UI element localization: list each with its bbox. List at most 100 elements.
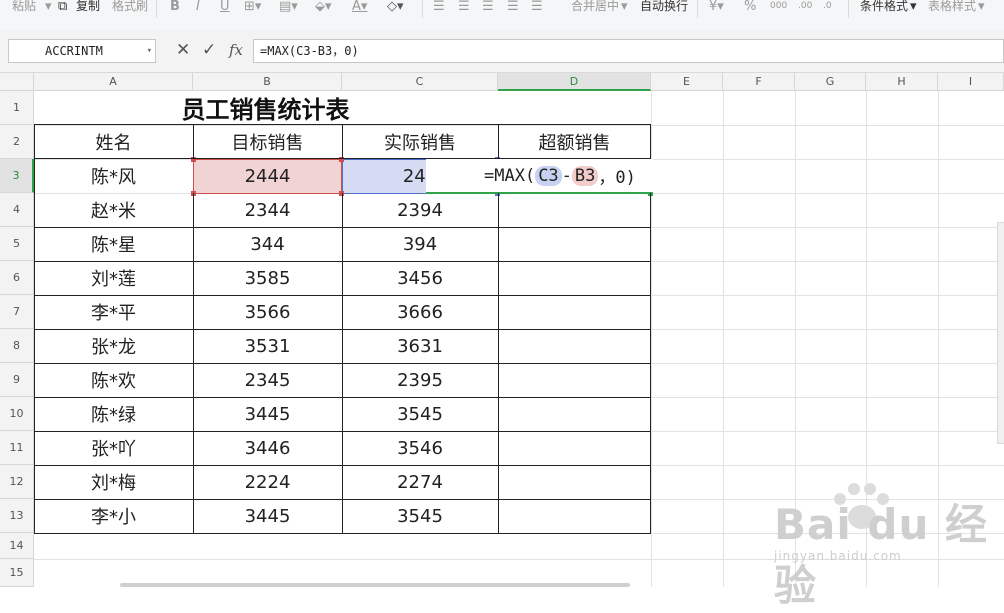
column-header-d[interactable]: D xyxy=(498,73,651,91)
header-cell-target[interactable]: 目标销售 xyxy=(193,125,342,159)
cell-actual[interactable]: 394 xyxy=(342,227,498,261)
cell-target[interactable]: 3566 xyxy=(193,295,342,329)
cell-name[interactable]: 刘*莲 xyxy=(34,261,193,295)
merge-center-button[interactable]: 合并居中 xyxy=(571,0,619,14)
header-cell-actual[interactable]: 实际销售 xyxy=(342,125,498,159)
decrease-decimal-icon[interactable]: .0 xyxy=(823,0,832,13)
dropdown-icon[interactable]: ▾ xyxy=(978,0,985,13)
cell-target[interactable]: 3531 xyxy=(193,329,342,363)
cell-actual[interactable]: 2394 xyxy=(342,193,498,227)
cell-actual[interactable]: 3545 xyxy=(342,499,498,533)
header-cell-excess[interactable]: 超额销售 xyxy=(498,125,651,159)
italic-button[interactable]: I xyxy=(196,0,200,14)
conditional-format-button[interactable]: 条件格式 xyxy=(860,0,908,14)
format-painter-button[interactable]: 格式刷 xyxy=(112,0,148,14)
align-bottom-icon[interactable]: ☰ xyxy=(482,0,494,13)
wrap-text-button[interactable]: 自动换行 xyxy=(640,0,688,14)
underline-button[interactable]: U xyxy=(220,0,230,14)
cell-target[interactable]: 3445 xyxy=(193,499,342,533)
copy-button[interactable]: 复制 xyxy=(76,0,100,14)
active-cell-editor[interactable]: =MAX(C3- B3 ，0) xyxy=(426,159,653,194)
column-header-a[interactable]: A xyxy=(34,73,193,91)
cell-name[interactable]: 陈*星 xyxy=(34,227,193,261)
cell-target[interactable]: 3446 xyxy=(193,431,342,465)
fill-color-icon[interactable]: ▤▾ xyxy=(279,0,298,13)
column-header-e[interactable]: E xyxy=(651,73,723,91)
confirm-icon[interactable]: ✓ xyxy=(202,40,216,60)
bold-button[interactable]: B xyxy=(170,0,180,14)
cancel-icon[interactable]: ✕ xyxy=(176,40,190,60)
cell-name[interactable]: 张*吖 xyxy=(34,431,193,465)
row-header-11[interactable]: 11 xyxy=(0,431,34,465)
cell-name[interactable]: 陈*绿 xyxy=(34,397,193,431)
increase-decimal-icon[interactable]: .00 xyxy=(798,0,812,13)
row-header-8[interactable]: 8 xyxy=(0,329,34,363)
row-header-1[interactable]: 1 xyxy=(0,91,34,125)
horizontal-scrollbar[interactable] xyxy=(120,583,630,587)
table-style-button[interactable]: 表格样式 xyxy=(928,0,976,14)
font-color-icon[interactable]: A▾ xyxy=(352,0,367,13)
row-header-13[interactable]: 13 xyxy=(0,499,34,533)
distribute-icon[interactable]: ☰ xyxy=(531,0,543,13)
thousands-icon[interactable]: 000 xyxy=(770,0,787,13)
name-box[interactable]: ACCRINTM ▾ xyxy=(8,39,156,63)
row-header-2[interactable]: 2 xyxy=(0,125,34,159)
cell-name[interactable]: 刘*梅 xyxy=(34,465,193,499)
cell-name[interactable]: 陈*欢 xyxy=(34,363,193,397)
cell-name[interactable]: 李*平 xyxy=(34,295,193,329)
cell-actual[interactable]: 3546 xyxy=(342,431,498,465)
cell-actual[interactable]: 3666 xyxy=(342,295,498,329)
column-header-c[interactable]: C xyxy=(342,73,498,91)
cell-target[interactable]: 3445 xyxy=(193,397,342,431)
cell-actual[interactable]: 2395 xyxy=(342,363,498,397)
column-header-b[interactable]: B xyxy=(193,73,342,91)
column-header-h[interactable]: H xyxy=(866,73,938,91)
cell-name[interactable]: 张*龙 xyxy=(34,329,193,363)
row-header-7[interactable]: 7 xyxy=(0,295,34,329)
cell-actual[interactable]: 3545 xyxy=(342,397,498,431)
row-header-5[interactable]: 5 xyxy=(0,227,34,261)
cell-target[interactable]: 2224 xyxy=(193,465,342,499)
row-header-14[interactable]: 14 xyxy=(0,533,34,559)
header-cell-name[interactable]: 姓名 xyxy=(34,125,193,159)
row-header-10[interactable]: 10 xyxy=(0,397,34,431)
align-middle-icon[interactable]: ☰ xyxy=(458,0,470,13)
justify-icon[interactable]: ☰ xyxy=(507,0,519,13)
cell-target[interactable]: 3585 xyxy=(193,261,342,295)
cell-actual[interactable]: 3631 xyxy=(342,329,498,363)
side-panel-handle[interactable] xyxy=(997,222,1004,444)
chevron-down-icon[interactable]: ▾ xyxy=(147,40,152,62)
align-top-icon[interactable]: ☰ xyxy=(433,0,445,13)
cell-target[interactable]: 344 xyxy=(193,227,342,261)
currency-icon[interactable]: ¥▾ xyxy=(709,0,724,13)
bucket-icon[interactable]: ⬙▾ xyxy=(315,0,332,13)
insert-function-icon[interactable]: fx xyxy=(229,40,243,60)
select-all-corner[interactable] xyxy=(0,73,34,91)
cell-actual[interactable]: 2274 xyxy=(342,465,498,499)
eraser-icon[interactable]: ◇▾ xyxy=(387,0,404,13)
dropdown-icon[interactable]: ▾ xyxy=(621,0,628,13)
sheet-title[interactable]: 员工销售统计表 xyxy=(34,91,497,124)
dropdown-icon[interactable]: ▾ xyxy=(45,0,52,13)
percent-button[interactable]: % xyxy=(744,0,756,14)
border-icon[interactable]: ⊞▾ xyxy=(244,0,261,13)
dropdown-icon[interactable]: ▾ xyxy=(910,0,917,13)
cell-actual[interactable]: 3456 xyxy=(342,261,498,295)
cell-target[interactable]: 2345 xyxy=(193,363,342,397)
cell-name[interactable]: 李*小 xyxy=(34,499,193,533)
paste-button[interactable]: 粘贴 xyxy=(12,0,36,14)
row-header-3[interactable]: 3 xyxy=(0,159,34,193)
cell-target[interactable]: 2444 xyxy=(193,159,342,193)
row-header-15[interactable]: 15 xyxy=(0,559,34,587)
column-header-f[interactable]: F xyxy=(723,73,795,91)
row-header-4[interactable]: 4 xyxy=(0,193,34,227)
formula-input[interactable]: =MAX(C3-B3，0) xyxy=(253,39,1004,63)
cell-name[interactable]: 陈*风 xyxy=(34,159,193,193)
cell-target[interactable]: 2344 xyxy=(193,193,342,227)
row-header-12[interactable]: 12 xyxy=(0,465,34,499)
row-header-9[interactable]: 9 xyxy=(0,363,34,397)
column-header-i[interactable]: I xyxy=(938,73,1004,91)
row-header-6[interactable]: 6 xyxy=(0,261,34,295)
column-header-g[interactable]: G xyxy=(795,73,866,91)
cell-name[interactable]: 赵*米 xyxy=(34,193,193,227)
